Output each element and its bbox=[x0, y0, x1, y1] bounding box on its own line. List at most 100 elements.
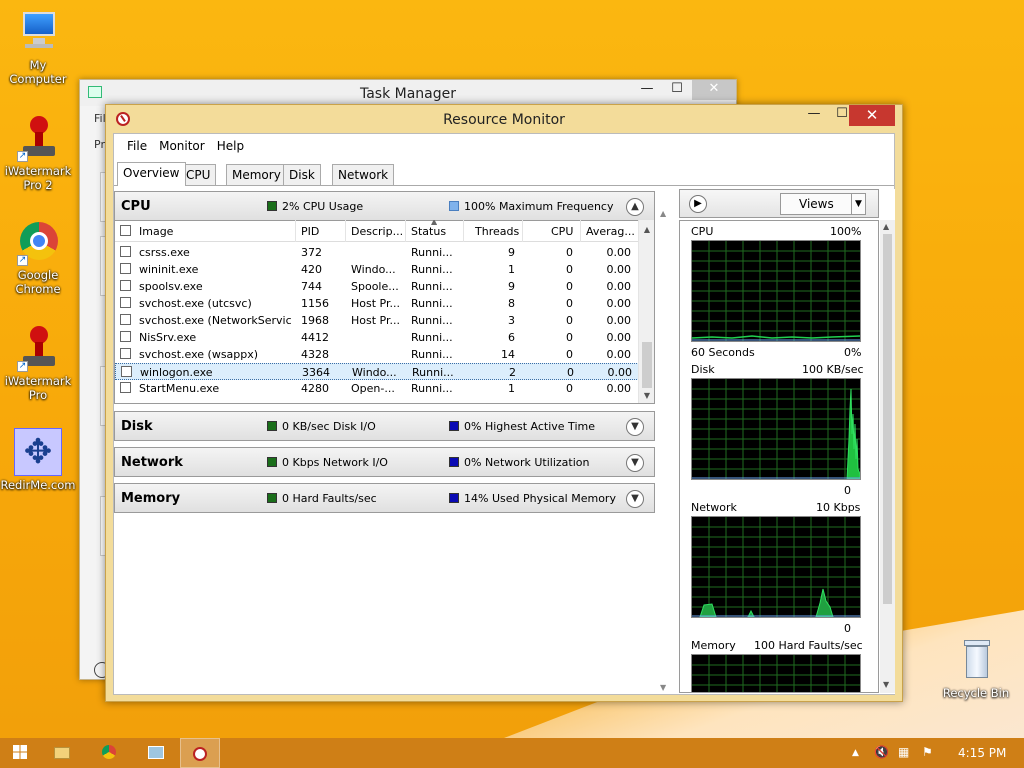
graph-title: Disk bbox=[691, 363, 715, 376]
scroll-down-icon[interactable]: ▼ bbox=[660, 683, 666, 692]
scroll-up-icon[interactable]: ▲ bbox=[660, 209, 666, 218]
close-icon[interactable]: ✕ bbox=[849, 105, 895, 126]
show-hidden-icons-icon[interactable]: ▲ bbox=[852, 748, 859, 758]
desktop-icon-iwatermark-pro[interactable]: ↗ iWatermark Pro bbox=[0, 326, 76, 402]
tab-fragment[interactable]: Pr bbox=[94, 138, 105, 151]
column-header-cpu[interactable]: CPU bbox=[551, 225, 573, 238]
minimize-icon[interactable]: — bbox=[632, 80, 662, 100]
section-title: Memory bbox=[121, 491, 181, 506]
network-section-header[interactable]: Network 0 Kbps Network I/O 0% Network Ut… bbox=[114, 447, 655, 477]
left-panel-scrollbar[interactable]: ▲ ▼ bbox=[657, 189, 671, 694]
disk-io-kpi: 0 KB/sec Disk I/O bbox=[267, 420, 376, 433]
blue-square-icon bbox=[449, 201, 459, 211]
scroll-thumb[interactable] bbox=[642, 342, 652, 388]
table-row[interactable]: spoolsv.exe 744 Spoole... Runni... 9 0 0.00 bbox=[115, 278, 639, 295]
column-header-description[interactable]: Descrip... bbox=[351, 225, 405, 238]
scroll-up-icon[interactable]: ▲ bbox=[883, 222, 889, 231]
network-icon[interactable]: ▦ bbox=[898, 745, 909, 759]
table-row[interactable]: wininit.exe 420 Windo... Runni... 1 0 0.00 bbox=[115, 261, 639, 278]
desktop-icon-my-computer[interactable]: My Computer bbox=[0, 10, 76, 86]
row-checkbox[interactable] bbox=[120, 348, 131, 359]
minimize-icon[interactable]: — bbox=[800, 105, 828, 125]
column-header-image[interactable]: Image bbox=[139, 225, 173, 238]
cell-average-cpu: 0.00 bbox=[606, 297, 632, 310]
scroll-down-icon[interactable]: ▼ bbox=[639, 388, 654, 403]
desktop-icon-google-chrome[interactable]: ↗ Google Chrome bbox=[0, 220, 76, 296]
row-checkbox[interactable] bbox=[120, 297, 131, 308]
select-all-checkbox[interactable] bbox=[120, 225, 131, 236]
menu-file[interactable]: File bbox=[121, 134, 153, 158]
disk-section-header[interactable]: Disk 0 KB/sec Disk I/O 0% Highest Active… bbox=[114, 411, 655, 441]
row-checkbox[interactable] bbox=[121, 366, 132, 377]
menu-fragment[interactable]: Fil bbox=[94, 112, 106, 125]
memory-section-header[interactable]: Memory 0 Hard Faults/sec 14% Used Physic… bbox=[114, 483, 655, 513]
column-header-threads[interactable]: Threads bbox=[475, 225, 519, 238]
resource-monitor-icon bbox=[193, 747, 207, 761]
row-checkbox[interactable] bbox=[120, 263, 131, 274]
tab-disk[interactable]: Disk bbox=[283, 164, 321, 185]
cell-threads: 3 bbox=[508, 314, 515, 327]
speaker-muted-icon[interactable]: 🔇 bbox=[874, 745, 889, 759]
close-icon[interactable]: ✕ bbox=[692, 80, 736, 100]
green-square-icon bbox=[267, 457, 277, 467]
resource-monitor-taskbar-button[interactable] bbox=[180, 738, 220, 768]
action-center-icon[interactable]: ⚑ bbox=[922, 745, 933, 759]
resource-monitor-window[interactable]: Resource Monitor — ☐ ✕ File Monitor Help O… bbox=[105, 104, 903, 702]
desktop-icon-redirme[interactable]: ✥ RedirMe.com bbox=[0, 428, 76, 492]
tab-overview[interactable]: Overview bbox=[117, 162, 186, 186]
task-manager-taskbar-button[interactable] bbox=[136, 738, 176, 768]
table-row[interactable]: winlogon.exe 3364 Windo... Runni... 2 0 0.00 bbox=[115, 363, 639, 380]
menu-monitor[interactable]: Monitor bbox=[153, 134, 211, 158]
scroll-down-icon[interactable]: ▼ bbox=[883, 680, 889, 689]
row-checkbox[interactable] bbox=[120, 331, 131, 342]
cpu-section-header[interactable]: CPU 2% CPU Usage 100% Maximum Frequency … bbox=[114, 191, 655, 221]
row-checkbox[interactable] bbox=[120, 280, 131, 291]
menu-help[interactable]: Help bbox=[211, 134, 250, 158]
table-row[interactable]: svchost.exe (utcsvc) 1156 Host Pr... Runni.… bbox=[115, 295, 639, 312]
chrome-taskbar-button[interactable] bbox=[89, 738, 129, 768]
table-row[interactable]: NisSrv.exe 4412 Runni... 6 0 0.00 bbox=[115, 329, 639, 346]
table-scrollbar[interactable]: ▲ ▼ bbox=[638, 220, 654, 403]
chevron-right-icon[interactable]: ▶ bbox=[689, 195, 707, 213]
row-checkbox[interactable] bbox=[120, 382, 131, 393]
windows-logo-icon bbox=[13, 745, 27, 759]
table-row[interactable]: svchost.exe (wsappx) 4328 Runni... 14 0 0.00 bbox=[115, 346, 639, 363]
row-checkbox[interactable] bbox=[120, 314, 131, 325]
dropdown-arrow-icon[interactable]: ▼ bbox=[851, 194, 865, 214]
scroll-up-icon[interactable]: ▲ bbox=[639, 222, 654, 238]
scroll-thumb[interactable] bbox=[883, 234, 892, 604]
cell-average-cpu: 0.00 bbox=[606, 348, 632, 361]
table-row[interactable]: csrss.exe 372 Runni... 9 0 0.00 bbox=[115, 244, 639, 261]
views-dropdown[interactable]: Views ▼ bbox=[780, 193, 866, 215]
row-checkbox[interactable] bbox=[120, 246, 131, 257]
start-button[interactable] bbox=[0, 738, 40, 768]
views-label: Views bbox=[799, 197, 834, 211]
chevron-down-icon[interactable]: ▼ bbox=[626, 418, 644, 436]
cell-status: Runni... bbox=[411, 297, 453, 310]
chevron-down-icon[interactable]: ▼ bbox=[626, 490, 644, 508]
cell-pid: 744 bbox=[301, 280, 322, 293]
tab-divider bbox=[114, 185, 894, 186]
taskbar-clock[interactable]: 4:15 PM bbox=[958, 746, 1006, 760]
chevron-down-icon[interactable]: ▼ bbox=[626, 454, 644, 472]
maximize-icon[interactable]: ☐ bbox=[662, 80, 692, 100]
graphs-scrollbar[interactable]: ▲ ▼ bbox=[880, 220, 895, 693]
table-row[interactable]: svchost.exe (NetworkService... 1968 Host P… bbox=[115, 312, 639, 329]
cell-status: Runni... bbox=[412, 366, 454, 379]
file-explorer-button[interactable] bbox=[42, 738, 82, 768]
cell-cpu: 0 bbox=[566, 382, 573, 395]
column-header-pid[interactable]: PID bbox=[301, 225, 319, 238]
task-manager-titlebar[interactable]: Task Manager — ☐ ✕ bbox=[80, 80, 736, 106]
table-row[interactable]: StartMenu.exe 4280 Open-... Runni... 1 0 0.00 bbox=[115, 380, 639, 397]
resource-monitor-titlebar[interactable]: Resource Monitor — ☐ ✕ bbox=[106, 105, 902, 133]
column-header-average-cpu[interactable]: Averag... bbox=[586, 225, 634, 238]
desktop-icon-recycle-bin[interactable]: Recycle Bin bbox=[936, 638, 1016, 700]
chevron-up-icon[interactable]: ▲ bbox=[626, 198, 644, 216]
cell-average-cpu: 0.00 bbox=[606, 314, 632, 327]
cell-image: winlogon.exe bbox=[140, 366, 213, 379]
tab-network[interactable]: Network bbox=[332, 164, 395, 185]
desktop-icon-iwatermark-pro-2[interactable]: ↗ iWatermark Pro 2 bbox=[0, 116, 76, 192]
column-header-status[interactable]: Status bbox=[411, 225, 446, 238]
tab-memory[interactable]: Memory bbox=[226, 164, 287, 185]
cell-threads: 14 bbox=[501, 348, 515, 361]
